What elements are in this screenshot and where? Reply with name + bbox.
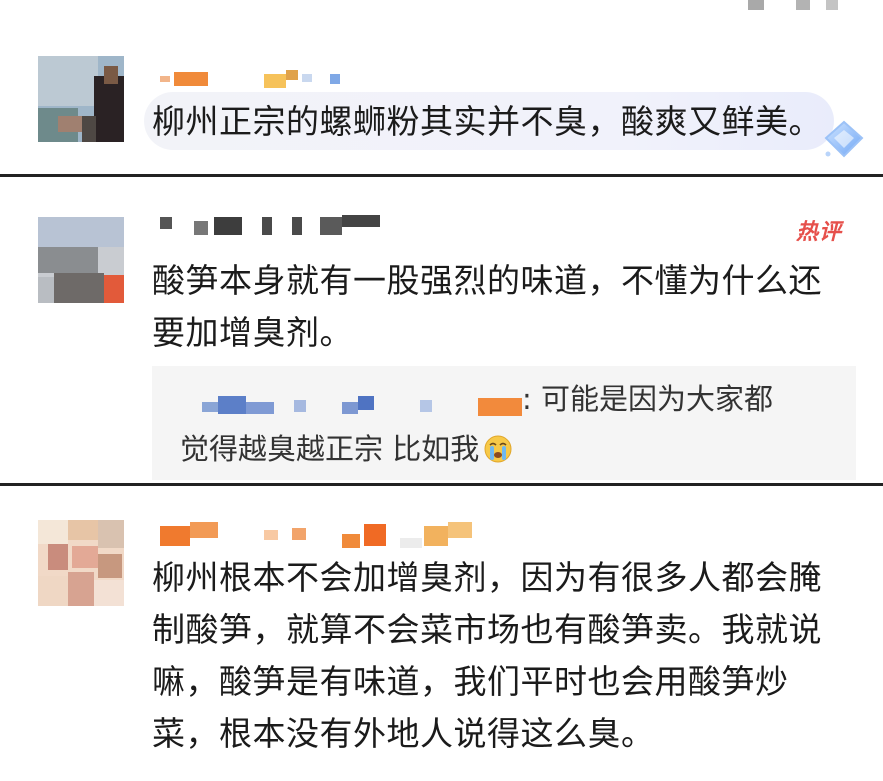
username-blurred[interactable] bbox=[152, 522, 492, 548]
avatar[interactable] bbox=[38, 520, 124, 606]
reply-text-line: 觉得越臭越正宗 比如我 bbox=[180, 424, 513, 474]
reply-username-blurred[interactable] bbox=[202, 392, 542, 416]
hot-comment-badge: 热评 bbox=[796, 220, 843, 245]
avatar[interactable] bbox=[38, 56, 124, 142]
comment-text: 柳州正宗的螺蛳粉其实并不臭，酸爽又鲜美。 bbox=[152, 102, 822, 141]
comment-text-line: 制酸笋，就算不会菜市场也有酸笋卖。我就说 bbox=[152, 610, 822, 649]
reply-text: 觉得越臭越正宗 比如我 bbox=[180, 432, 480, 466]
username-blurred[interactable] bbox=[152, 70, 352, 94]
comment-text-line: 嘛，酸笋是有味道，我们平时也会用酸笋炒 bbox=[152, 662, 789, 701]
comment-text-line: 柳州根本不会加增臭剂，因为有很多人都会腌 bbox=[152, 558, 822, 597]
comment-item: 热评 酸笋本身就有一股强烈的味道，不懂为什么还 要加增臭剂。 : 可能是因为大家… bbox=[0, 177, 883, 483]
comment-item: 柳州根本不会加增臭剂，因为有很多人都会腌 制酸笋，就算不会菜市场也有酸笋卖。我就… bbox=[0, 486, 883, 781]
comment-item: 柳州正宗的螺蛳粉其实并不臭，酸爽又鲜美。 bbox=[0, 0, 883, 176]
username-blurred[interactable] bbox=[152, 213, 392, 237]
comment-text-line: 酸笋本身就有一股强烈的味道，不懂为什么还 bbox=[152, 261, 822, 300]
comment-text-line: 菜，根本没有外地人说得这么臭。 bbox=[152, 714, 655, 753]
crying-face-icon bbox=[484, 435, 512, 463]
reply-box[interactable]: : 可能是因为大家都 觉得越臭越正宗 比如我 bbox=[152, 366, 856, 480]
diamond-icon bbox=[824, 120, 864, 158]
avatar[interactable] bbox=[38, 217, 124, 303]
comment-text-line: 要加增臭剂。 bbox=[152, 313, 353, 352]
reply-text-line: : 可能是因为大家都 bbox=[522, 382, 773, 416]
